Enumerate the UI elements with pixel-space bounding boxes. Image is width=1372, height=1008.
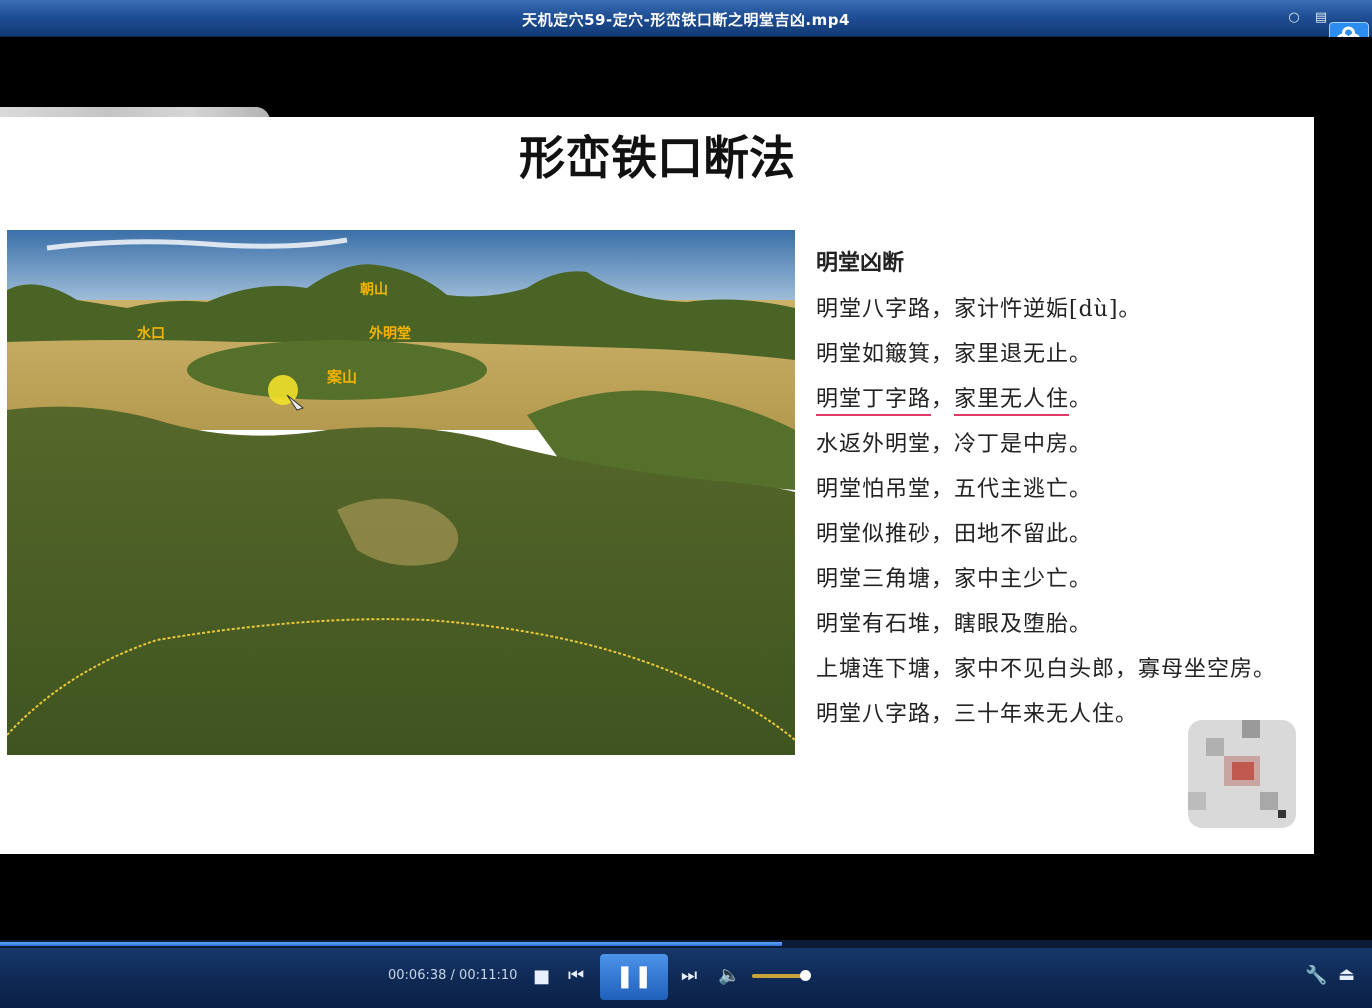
verse-line: 明堂有石堆，瞎眼及堕胎。 <box>816 612 1093 637</box>
control-bar: 00:06:38 / 00:11:10 ■ ⏮ ❚❚ ⏭ 🔈 🔧 ⏏ <box>0 948 1372 1008</box>
chat-bubble-icon[interactable]: ○ <box>1286 10 1302 26</box>
wrench-icon[interactable]: 🔧 <box>1305 965 1327 986</box>
pause-icon: ❚❚ <box>615 964 653 989</box>
landscape-image: 朝山 水口 外明堂 案山 <box>7 230 795 755</box>
underlined-phrase: 明堂丁字路 <box>816 387 932 416</box>
previous-icon[interactable]: ⏮ <box>568 965 584 986</box>
verse-line: 明堂三角塘，家中主少亡。 <box>816 567 1093 592</box>
volume-slider-handle[interactable] <box>800 970 811 981</box>
verse-line-underlined: 明堂丁字路，家里无人住。 <box>816 377 1316 422</box>
time-total: 00:11:10 <box>459 968 518 983</box>
time-separator: / <box>446 968 460 983</box>
label-waimingtang: 外明堂 <box>369 325 411 342</box>
verse-line: 水返外明堂，冷丁是中房。 <box>816 432 1093 457</box>
stop-icon[interactable]: ■ <box>533 966 550 987</box>
next-icon[interactable]: ⏭ <box>681 965 697 986</box>
label-anshan: 案山 <box>326 368 357 386</box>
eject-icon[interactable]: ⏏ <box>1338 964 1355 985</box>
pause-button[interactable]: ❚❚ <box>600 954 668 1000</box>
verse-line: 明堂八字路，家计忤逆姤[dù]。 <box>816 297 1142 322</box>
underlined-phrase: 家里无人住 <box>954 387 1070 416</box>
seek-bar[interactable] <box>0 940 1372 948</box>
presentation-slide: 形峦铁口断法 朝山 水口 外明堂 案山 明堂凶断 明堂八字路，家计忤逆姤[dù]… <box>0 117 1314 854</box>
verse-list: 明堂凶断 明堂八字路，家计忤逆姤[dù]。 明堂如簸箕，家里退无止。 明堂丁字路… <box>816 245 1316 737</box>
volume-icon[interactable]: 🔈 <box>718 965 740 986</box>
verse-line: 明堂怕吊堂，五代主逃亡。 <box>816 477 1093 502</box>
volume-slider[interactable] <box>752 974 806 978</box>
playlist-icon[interactable]: ▤ <box>1313 10 1329 26</box>
window-title: 天机定穴59-定穴-形峦铁口断之明堂吉凶.mp4 <box>522 11 850 29</box>
verse-line: 明堂如簸箕，家里退无止。 <box>816 342 1093 367</box>
label-shuikou: 水口 <box>137 325 165 342</box>
time-current: 00:06:38 <box>388 968 447 983</box>
slide-title: 形峦铁口断法 <box>519 131 795 185</box>
title-bar: 天机定穴59-定穴-形峦铁口断之明堂吉凶.mp4 ○ ▤ <box>0 0 1372 56</box>
label-chaoshan: 朝山 <box>360 281 388 298</box>
seek-bar-fill <box>0 942 783 946</box>
blurred-qr-code <box>1188 720 1296 828</box>
verse-line: 上塘连下塘，家中不见白头郎，寡母坐空房。 <box>816 657 1277 682</box>
time-display: 00:06:38 / 00:11:10 <box>388 968 517 983</box>
verse-heading: 明堂凶断 <box>816 250 905 276</box>
verse-line: 明堂似推砂，田地不留此。 <box>816 522 1093 547</box>
